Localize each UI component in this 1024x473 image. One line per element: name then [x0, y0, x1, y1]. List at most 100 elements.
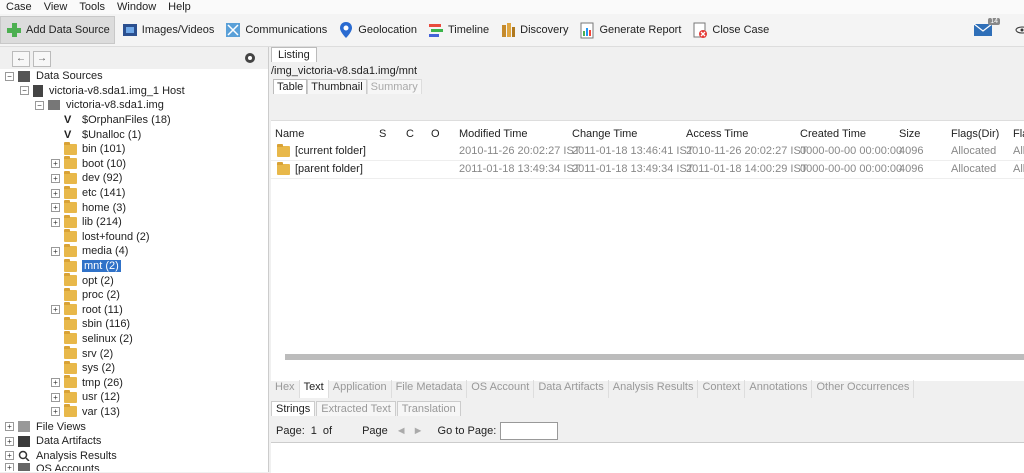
tab-strings[interactable]: Strings — [271, 401, 316, 416]
expand-icon[interactable]: + — [51, 159, 60, 169]
expand-icon[interactable]: + — [5, 436, 14, 446]
collapse-icon[interactable]: − — [20, 86, 29, 96]
goto-page-input[interactable] — [500, 422, 559, 440]
tree-node-data-artifacts[interactable]: + Data Artifacts — [0, 434, 268, 449]
tree-item[interactable]: opt (2) — [0, 273, 268, 288]
col-size[interactable]: Size — [899, 125, 920, 143]
tab-analysis-results[interactable]: Analysis Results — [609, 380, 699, 398]
tree-item[interactable]: + home (3) — [0, 200, 268, 215]
tree-item-selected[interactable]: mnt (2) — [0, 258, 268, 274]
menu-help[interactable]: Help — [162, 1, 197, 13]
expand-icon[interactable]: + — [51, 188, 60, 198]
expand-icon[interactable]: + — [51, 392, 60, 402]
timeline-button[interactable]: Timeline — [423, 17, 493, 43]
next-page-button[interactable]: ► — [413, 425, 424, 437]
expand-icon[interactable]: + — [51, 173, 60, 183]
tree-item[interactable]: + media (4) — [0, 243, 268, 259]
tab-data-artifacts[interactable]: Data Artifacts — [534, 380, 609, 398]
col-s[interactable]: S — [379, 125, 386, 143]
table-row[interactable]: [current folder] 2010-11-26 20:02:27 IST… — [271, 143, 1024, 161]
settings-button[interactable] — [242, 50, 258, 69]
eye-icon[interactable] — [1014, 25, 1024, 35]
horizontal-scrollbar[interactable] — [285, 354, 1024, 360]
col-flags-meta[interactable]: Fla — [1013, 125, 1024, 143]
col-modified[interactable]: Modified Time — [459, 125, 527, 143]
prev-page-button[interactable]: ◄ — [396, 425, 407, 437]
discovery-button[interactable]: Discovery — [495, 17, 572, 43]
tree-item[interactable]: + etc (141) — [0, 185, 268, 201]
tree-node-file-views[interactable]: + File Views — [0, 419, 268, 434]
table-row[interactable]: [parent folder] 2011-01-18 13:49:34 IST … — [271, 161, 1024, 179]
menu-window[interactable]: Window — [111, 1, 162, 13]
tab-application[interactable]: Application — [329, 380, 392, 398]
col-c[interactable]: C — [406, 125, 414, 143]
col-o[interactable]: O — [431, 125, 440, 143]
tree-item[interactable]: + var (13) — [0, 404, 268, 420]
tab-other-occurrences[interactable]: Other Occurrences — [812, 380, 915, 398]
tree-item[interactable]: + dev (92) — [0, 170, 268, 186]
generate-report-button[interactable]: Generate Report — [574, 17, 685, 43]
row-size: 4096 — [899, 163, 924, 175]
tree-item[interactable]: sbin (116) — [0, 316, 268, 332]
menu-tools[interactable]: Tools — [73, 1, 111, 13]
col-change[interactable]: Change Time — [572, 125, 637, 143]
tree-node-host[interactable]: − victoria-v8.sda1.img_1 Host — [0, 84, 268, 99]
tree-item[interactable]: + tmp (26) — [0, 375, 268, 390]
tab-annotations[interactable]: Annotations — [745, 380, 813, 398]
tree-item[interactable]: sys (2) — [0, 360, 268, 376]
tab-file-metadata[interactable]: File Metadata — [392, 380, 468, 398]
tab-summary[interactable]: Summary — [366, 79, 422, 94]
tree-node-data-sources[interactable]: − Data Sources — [0, 69, 268, 84]
expand-icon[interactable]: + — [51, 378, 60, 388]
tree-item[interactable]: bin (101) — [0, 141, 268, 157]
expand-icon[interactable]: + — [51, 246, 60, 256]
back-button[interactable]: ← — [12, 51, 30, 67]
tree-item[interactable]: + usr (12) — [0, 389, 268, 405]
tree-node-image[interactable]: − victoria-v8.sda1.img — [0, 98, 268, 113]
expand-icon[interactable]: + — [5, 451, 14, 461]
forward-button[interactable]: → — [33, 51, 51, 67]
tab-extracted-text[interactable]: Extracted Text — [316, 401, 396, 416]
expand-icon[interactable]: + — [51, 305, 60, 315]
menu-view[interactable]: View — [38, 1, 74, 13]
tab-os-account[interactable]: OS Account — [467, 380, 535, 398]
tab-listing[interactable]: Listing — [271, 47, 317, 62]
tab-translation[interactable]: Translation — [396, 401, 461, 416]
tree-item[interactable]: + root (11) — [0, 302, 268, 318]
tab-text[interactable]: Text — [299, 380, 329, 398]
tree-node-analysis-results[interactable]: + Analysis Results — [0, 448, 268, 463]
tree-item[interactable]: V $Unalloc (1) — [0, 127, 268, 142]
notifications-button[interactable]: 14 — [972, 18, 1000, 40]
tree-item[interactable]: srv (2) — [0, 346, 268, 361]
data-sources-icon — [18, 70, 30, 82]
expand-icon[interactable]: + — [51, 217, 60, 227]
images-videos-button[interactable]: Images/Videos — [117, 17, 219, 43]
expand-icon[interactable]: + — [5, 422, 14, 432]
folder-icon — [64, 302, 77, 316]
menu-case[interactable]: Case — [0, 1, 38, 13]
tree-node-os-accounts[interactable]: + OS Accounts — [0, 463, 268, 472]
col-name[interactable]: Name — [275, 125, 304, 143]
col-access[interactable]: Access Time — [686, 125, 748, 143]
collapse-icon[interactable]: − — [35, 100, 44, 110]
expand-icon[interactable]: + — [51, 407, 60, 417]
tab-table[interactable]: Table — [273, 79, 308, 94]
expand-icon[interactable]: + — [51, 203, 60, 213]
add-data-source-button[interactable]: Add Data Source — [0, 16, 115, 44]
tree-item[interactable]: lost+found (2) — [0, 229, 268, 245]
tab-thumbnail[interactable]: Thumbnail — [307, 79, 367, 94]
tree-item[interactable]: selinux (2) — [0, 331, 268, 347]
tree-item[interactable]: + boot (10) — [0, 156, 268, 172]
tree-item[interactable]: V $OrphanFiles (18) — [0, 113, 268, 128]
tab-hex[interactable]: Hex — [271, 380, 300, 398]
expand-icon[interactable]: + — [5, 463, 14, 472]
tree-item[interactable]: proc (2) — [0, 287, 268, 303]
tree-item[interactable]: + lib (214) — [0, 214, 268, 230]
close-case-button[interactable]: Close Case — [687, 17, 773, 43]
tab-context[interactable]: Context — [698, 380, 746, 398]
collapse-icon[interactable]: − — [5, 71, 14, 81]
communications-button[interactable]: Communications — [220, 17, 331, 43]
geolocation-button[interactable]: Geolocation — [333, 17, 421, 43]
col-created[interactable]: Created Time — [800, 125, 866, 143]
col-flags-dir[interactable]: Flags(Dir) — [951, 125, 999, 143]
